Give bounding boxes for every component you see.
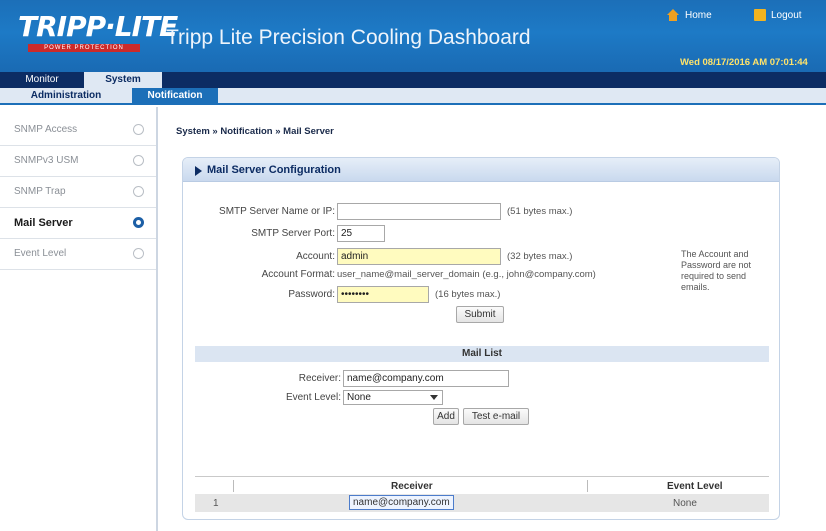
sidebar-item-snmp-access[interactable]: SNMP Access bbox=[0, 115, 156, 146]
row-event-level: None bbox=[673, 498, 697, 509]
column-separator bbox=[587, 480, 588, 492]
panel-header: Mail Server Configuration bbox=[183, 158, 779, 182]
logo-subtitle: POWER PROTECTION bbox=[28, 44, 140, 52]
account-hint: (32 bytes max.) bbox=[507, 251, 573, 262]
radio-icon bbox=[133, 155, 144, 166]
account-format-value: user_name@mail_server_domain (e.g., john… bbox=[337, 269, 596, 280]
tab-administration[interactable]: Administration bbox=[0, 88, 132, 103]
sidebar: SNMP Access SNMPv3 USM SNMP Trap Mail Se… bbox=[0, 107, 158, 531]
sidebar-item-label: SNMP Trap bbox=[14, 186, 66, 197]
app-title: Tripp Lite Precision Cooling Dashboard bbox=[166, 26, 531, 49]
logout-label: Logout bbox=[771, 9, 802, 21]
logout-link[interactable]: Logout bbox=[754, 9, 802, 21]
mail-list-header: Mail List bbox=[195, 346, 769, 362]
panel-title: Mail Server Configuration bbox=[207, 164, 341, 176]
account-password-note: The Account and Password are not require… bbox=[681, 249, 752, 292]
account-input[interactable] bbox=[337, 248, 501, 265]
sidebar-item-event-level[interactable]: Event Level bbox=[0, 239, 156, 270]
tab-system[interactable]: System bbox=[84, 72, 162, 88]
breadcrumb: System » Notification » Mail Server bbox=[176, 126, 334, 137]
chevron-down-icon bbox=[430, 395, 438, 400]
tripp-lite-logo: TRIPP·LITE POWER PROTECTION bbox=[14, 10, 178, 60]
sidebar-item-mail-server[interactable]: Mail Server bbox=[0, 208, 156, 239]
receiver-label: Receiver: bbox=[298, 373, 341, 384]
smtp-server-name-input[interactable] bbox=[337, 203, 501, 220]
password-input[interactable] bbox=[337, 286, 429, 303]
sidebar-item-label: Mail Server bbox=[14, 217, 73, 229]
sidebar-item-label: SNMPv3 USM bbox=[14, 155, 79, 166]
mail-server-panel: Mail Server Configuration SMTP Server Na… bbox=[182, 157, 780, 520]
smtp-server-name-hint: (51 bytes max.) bbox=[507, 206, 573, 217]
radio-icon bbox=[133, 186, 144, 197]
password-hint: (16 bytes max.) bbox=[435, 289, 501, 300]
column-header-receiver: Receiver bbox=[391, 481, 433, 492]
receiver-input[interactable] bbox=[343, 370, 509, 387]
smtp-server-name-label: SMTP Server Name or IP: bbox=[219, 206, 335, 217]
column-separator bbox=[233, 480, 234, 492]
logo-text: TRIPP·LITE bbox=[18, 10, 178, 43]
account-format-label: Account Format: bbox=[261, 269, 335, 280]
logout-icon bbox=[754, 9, 766, 21]
event-level-selected: None bbox=[347, 392, 371, 403]
account-label: Account: bbox=[296, 251, 335, 262]
smtp-server-port-input[interactable] bbox=[337, 225, 385, 242]
row-index: 1 bbox=[213, 498, 219, 509]
top-nav: Monitor System bbox=[0, 72, 826, 88]
submit-button[interactable]: Submit bbox=[456, 306, 504, 323]
row-receiver[interactable]: name@company.com bbox=[349, 495, 454, 510]
radio-icon bbox=[133, 248, 144, 259]
radio-selected-icon bbox=[133, 217, 144, 228]
mail-list-table-header: Receiver Event Level bbox=[195, 476, 769, 494]
add-button[interactable]: Add bbox=[433, 408, 459, 425]
expand-triangle-icon bbox=[195, 166, 202, 176]
sidebar-item-snmpv3-usm[interactable]: SNMPv3 USM bbox=[0, 146, 156, 177]
event-level-label: Event Level: bbox=[285, 392, 341, 403]
app-header: TRIPP·LITE POWER PROTECTION Tripp Lite P… bbox=[0, 0, 826, 72]
password-label: Password: bbox=[288, 289, 335, 300]
table-row[interactable]: 1 name@company.com None bbox=[195, 494, 769, 512]
home-label: Home bbox=[685, 9, 712, 21]
radio-icon bbox=[133, 124, 144, 135]
sidebar-item-snmp-trap[interactable]: SNMP Trap bbox=[0, 177, 156, 208]
home-link[interactable]: Home bbox=[666, 9, 712, 21]
sub-nav: Administration Notification bbox=[0, 88, 826, 105]
current-datetime: Wed 08/17/2016 AM 07:01:44 bbox=[680, 57, 808, 68]
home-icon bbox=[666, 9, 680, 21]
smtp-server-port-label: SMTP Server Port: bbox=[251, 228, 335, 239]
test-email-button[interactable]: Test e-mail bbox=[463, 408, 529, 425]
sidebar-item-label: SNMP Access bbox=[14, 124, 78, 135]
tab-monitor[interactable]: Monitor bbox=[0, 72, 84, 88]
sidebar-item-label: Event Level bbox=[14, 248, 67, 259]
event-level-select[interactable]: None bbox=[343, 390, 443, 405]
column-header-event-level: Event Level bbox=[667, 481, 723, 492]
tab-notification[interactable]: Notification bbox=[132, 88, 218, 103]
